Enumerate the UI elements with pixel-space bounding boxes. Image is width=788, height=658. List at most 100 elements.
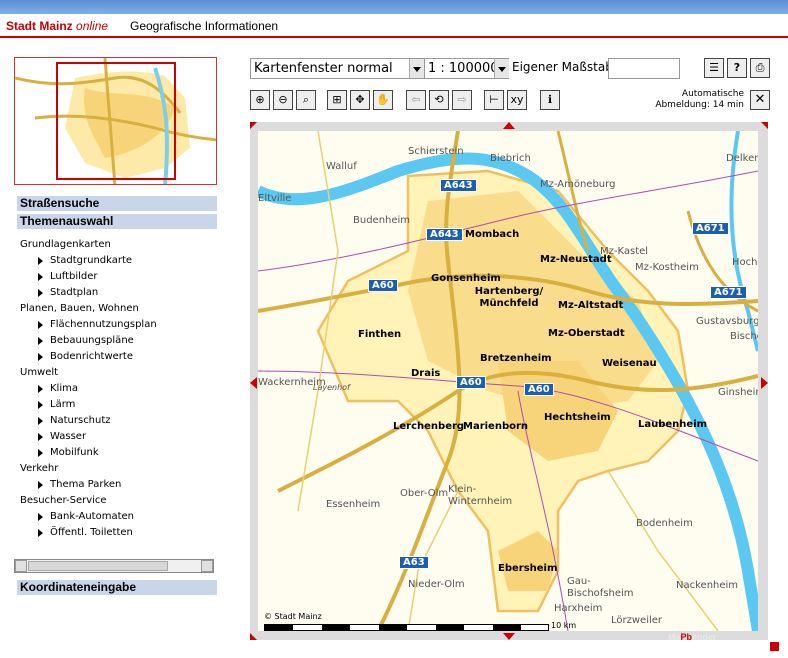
expand-triangle-icon [38,385,43,393]
map-place-label: Eltville [258,193,292,204]
map-place-label: Mz-Oberstadt [548,328,625,339]
chevron-down-icon [409,59,424,78]
forward-icon: ⇨ [457,93,467,106]
tree-item[interactable]: Flächennutzungsplan [20,317,215,333]
tree-item[interactable]: Klima [20,381,215,397]
tree-item[interactable]: Lärm [20,397,215,413]
map-place-label: Lörzweiler [611,615,663,626]
tree-item[interactable]: Stadtplan [20,285,215,301]
map-canvas[interactable] [258,131,758,631]
tree-item[interactable]: Bodenrichtwerte [20,349,215,365]
map-place-label: Bischofsheim [730,331,758,342]
expand-triangle-icon [38,529,43,537]
custom-scale-input[interactable] [608,58,680,79]
expand-triangle-icon [38,449,43,457]
map-place-label: Nackenheim [676,580,739,591]
tree-item[interactable]: Luftbilder [20,269,215,285]
map-place-label: Mz-Altstadt [558,300,624,311]
zoom-in-button[interactable]: ⊕ [250,90,270,110]
brand-logo[interactable]: Stadt Mainz online [6,19,108,33]
tree-category[interactable]: Verkehr [20,461,215,477]
tree-item[interactable]: Stadtgrundkarte [20,253,215,269]
tree-item[interactable]: Thema Parken [20,477,215,493]
coordinates-button[interactable]: xy [507,90,527,110]
back-icon: ⇦ [411,93,421,106]
map-place-label: Bretzenheim [480,353,552,364]
tree-item[interactable]: Öffentl. Toiletten [20,525,215,541]
scroll-right-button[interactable] [201,560,213,572]
xy-icon: xy [510,93,524,106]
tree-category[interactable]: Grundlagenkarten [20,237,215,253]
resize-handle[interactable] [770,642,779,651]
map-place-label: Schierstein [408,146,464,157]
legend-button[interactable]: ☰ [704,58,724,78]
pan-southwest-arrow-icon[interactable] [250,633,257,640]
map-copyright: © Stadt Mainz [264,612,322,621]
tree-item[interactable]: Bebauungspläne [20,333,215,349]
pan-north-arrow-icon[interactable] [503,122,515,129]
map-place-label: Klein-Winternheim [448,484,513,507]
expand-triangle-icon [38,289,43,297]
window-size-select[interactable]: Kartenfenster normal [250,58,425,79]
expand-triangle-icon [38,401,43,409]
pan-northwest-arrow-icon[interactable] [250,122,257,129]
map-place-label: Finthen [358,329,402,340]
expand-triangle-icon [38,321,43,329]
map-place-label: Gau-Bischofsheim [567,576,634,599]
scroll-thumb[interactable] [28,561,168,571]
zoom-out-button[interactable]: ⊖ [273,90,293,110]
refresh-button[interactable]: ⟲ [429,90,449,110]
close-button[interactable]: ✕ [750,90,770,110]
overview-map[interactable] [14,57,217,185]
scale-select[interactable]: 1 : 100000 [424,58,510,79]
printer-icon: ⎙ [755,61,765,74]
map-place-label: Ober-Olm [400,488,449,499]
back-button[interactable]: ⇦ [406,90,426,110]
magnifier-icon: ⌕ [302,93,310,106]
info-button[interactable]: ℹ [540,90,560,110]
pan-button[interactable]: ✋ [373,90,393,110]
street-search-section[interactable]: Straßensuche [17,196,217,211]
motorway-shield: A60 [456,376,486,389]
measure-button[interactable]: ⊢ [484,90,504,110]
map-place-label: Ebersheim [498,563,558,574]
center-icon: ✥ [355,93,365,106]
pan-west-arrow-icon[interactable] [250,377,257,389]
pan-northeast-arrow-icon[interactable] [761,122,768,129]
expand-triangle-icon [38,417,43,425]
map-place-label: Layenhof [313,383,350,392]
scroll-left-button[interactable] [15,560,27,572]
center-button[interactable]: ✥ [350,90,370,110]
main-map[interactable]: Schierstein Biebrich Mz-Amöneburg Delken… [258,131,758,631]
zoom-box-button[interactable]: ⊞ [327,90,347,110]
coordinate-input-section[interactable]: Koordinateneingabe [17,580,217,595]
pan-south-arrow-icon[interactable] [503,633,515,640]
scale-value: 1 : 100000 [428,61,499,76]
help-button[interactable]: ? [727,58,747,78]
tree-item[interactable]: Bank-Automaten [20,509,215,525]
tree-item[interactable]: Wasser [20,429,215,445]
map-place-label: Ginsheim [718,387,758,398]
tree-category[interactable]: Planen, Bauen, Wohnen [20,301,215,317]
zoom-full-button[interactable]: ⌕ [296,90,316,110]
map-place-label: Hartenberg/ Münchfeld [474,286,544,309]
expand-triangle-icon [38,433,43,441]
horizontal-scrollbar[interactable] [14,559,214,573]
expand-triangle-icon [38,513,43,521]
tree-category[interactable]: Umwelt [20,365,215,381]
print-button[interactable]: ⎙ [750,58,770,78]
map-place-label: Budenheim [353,215,411,226]
tree-item[interactable]: Naturschutz [20,413,215,429]
zoom-out-icon: ⊖ [278,93,288,106]
zoom-box-icon: ⊞ [332,93,342,106]
brand-suffix: online [76,19,109,33]
auto-logout-line2: Abmeldung: 14 min [655,100,744,110]
brand-name: Stadt Mainz [6,19,73,33]
motorway-shield: A60 [524,383,554,396]
motorway-shield: A643 [426,228,463,241]
pan-east-arrow-icon[interactable] [761,377,768,389]
tree-category[interactable]: Besucher-Service [20,493,215,509]
theme-selection-section[interactable]: Themenauswahl [17,214,217,229]
tree-item[interactable]: Mobilfunk [20,445,215,461]
forward-button[interactable]: ⇨ [452,90,472,110]
